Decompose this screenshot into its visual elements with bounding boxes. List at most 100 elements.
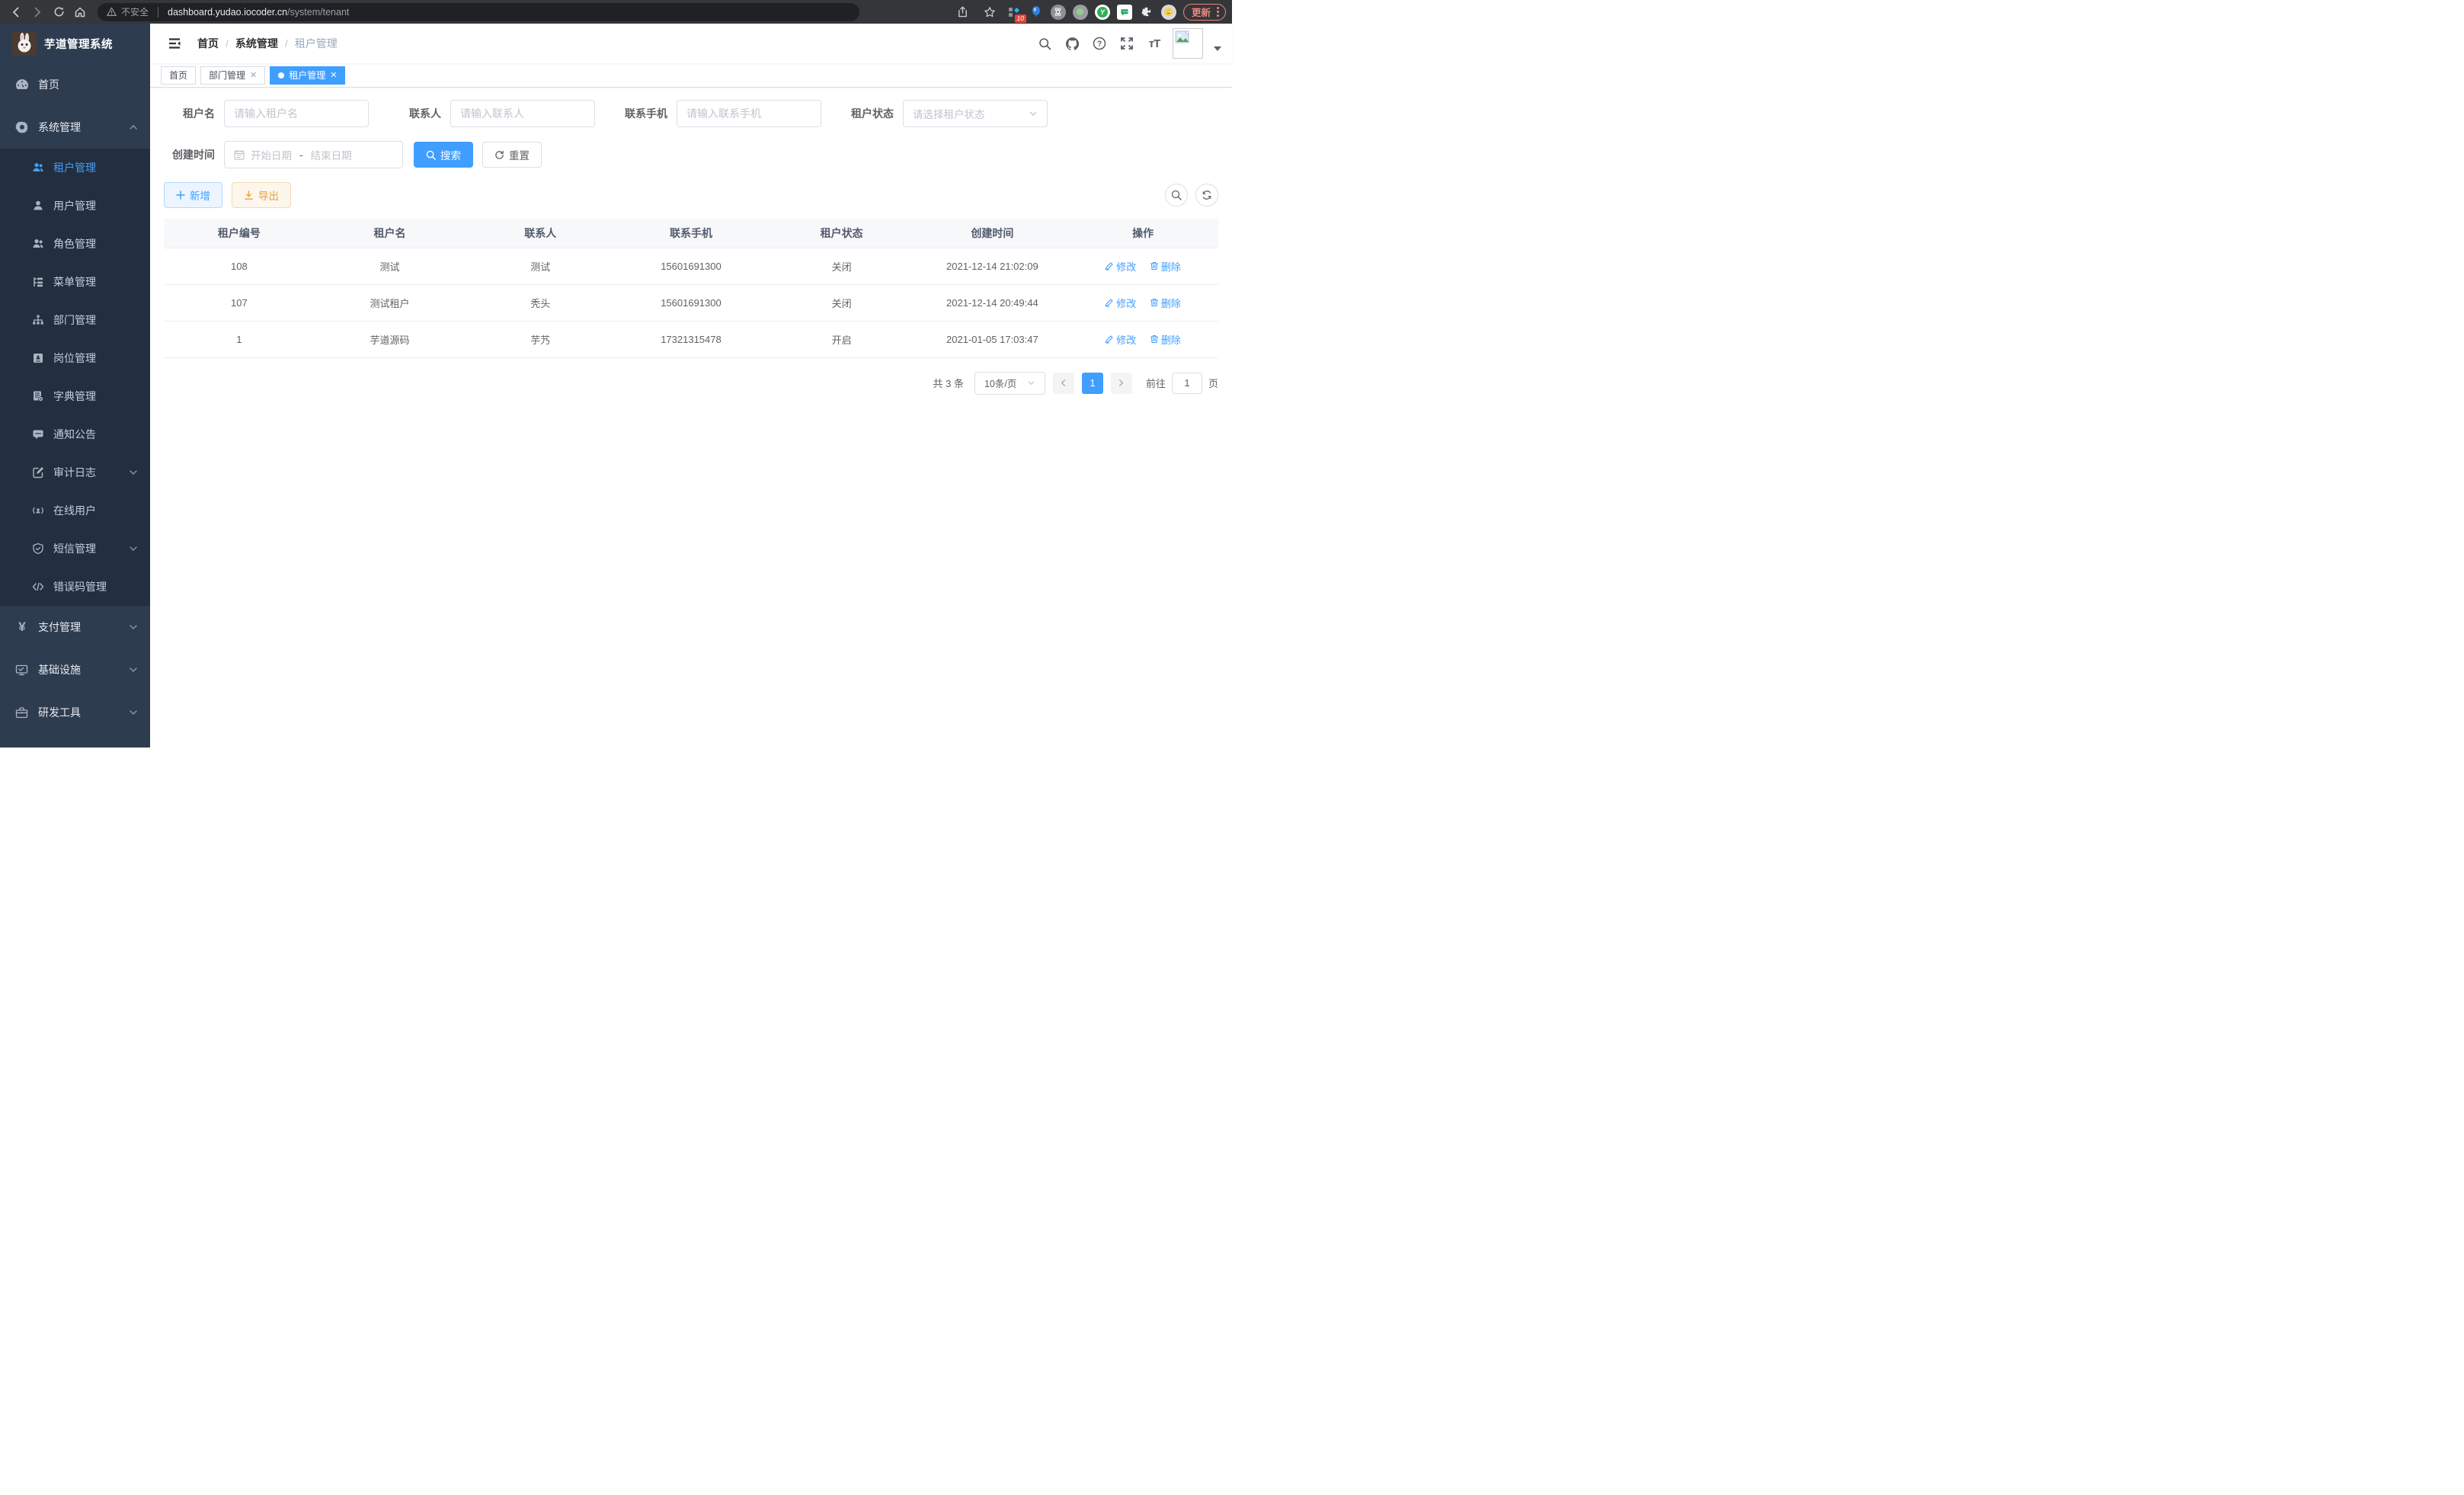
next-page-icon[interactable]: [1111, 373, 1132, 394]
browser-forward-icon[interactable]: [27, 3, 47, 21]
tenant-name-input[interactable]: [234, 107, 359, 120]
browser-menu-icon[interactable]: [1217, 7, 1219, 17]
col-mobile: 联系手机: [616, 219, 766, 248]
cell-status: 关闭: [766, 248, 917, 284]
sidebar-logo-row[interactable]: 芋道管理系统: [0, 24, 150, 63]
extension-tag-manager-icon[interactable]: 10: [1006, 5, 1022, 20]
sidebar-item-menu[interactable]: 菜单管理: [0, 263, 150, 301]
help-icon[interactable]: ?: [1090, 34, 1109, 53]
contact-input[interactable]: [460, 107, 585, 120]
status-select[interactable]: 请选择租户状态: [903, 100, 1048, 127]
edit-link[interactable]: 修改: [1105, 259, 1136, 274]
page-size-select[interactable]: 10条/页: [974, 372, 1045, 395]
chevron-down-icon: [129, 544, 138, 553]
browser-home-icon[interactable]: [70, 3, 90, 21]
bookmark-star-icon[interactable]: [980, 3, 1000, 21]
delete-link[interactable]: 删除: [1150, 259, 1181, 274]
goto-page-input[interactable]: [1172, 373, 1202, 394]
export-button[interactable]: 导出: [232, 182, 291, 208]
extensions-puzzle-icon[interactable]: [1139, 5, 1154, 20]
avatar-caret-icon[interactable]: [1214, 46, 1221, 51]
tab-tenant[interactable]: 租户管理 ✕: [270, 66, 345, 85]
cell-contact: 秃头: [465, 284, 616, 321]
security-warning-icon[interactable]: [107, 7, 117, 17]
sidebar-item-tenant[interactable]: 租户管理: [0, 149, 150, 187]
toggle-search-icon[interactable]: [1165, 184, 1188, 206]
browser-update-button[interactable]: 更新: [1183, 4, 1226, 21]
sidebar-item-audit-log[interactable]: 审计日志: [0, 453, 150, 491]
search-button[interactable]: 搜索: [414, 142, 473, 168]
share-icon[interactable]: [953, 3, 973, 21]
sidebar-item-dev-tools[interactable]: 研发工具: [0, 691, 150, 734]
cell-name: 芋道源码: [315, 321, 466, 357]
breadcrumb: 首页 / 系统管理 / 租户管理: [197, 36, 338, 51]
delete-label: 删除: [1161, 296, 1181, 310]
sidebar-item-label: 支付管理: [38, 619, 81, 635]
sidebar-item-payment[interactable]: ¥ 支付管理: [0, 606, 150, 648]
sidebar-item-dept[interactable]: 部门管理: [0, 301, 150, 339]
cell-name: 测试租户: [315, 284, 466, 321]
delete-link[interactable]: 删除: [1150, 296, 1181, 310]
user-avatar-broken-image[interactable]: [1173, 28, 1203, 59]
add-button[interactable]: 新增: [164, 182, 222, 208]
address-bar[interactable]: 不安全 dashboard.yudao.iocoder.cn/system/te…: [98, 3, 859, 21]
refresh-table-icon[interactable]: [1195, 184, 1218, 206]
date-end-placeholder[interactable]: 结束日期: [311, 147, 352, 162]
extension-command-icon[interactable]: [1051, 5, 1066, 20]
delete-link[interactable]: 删除: [1150, 332, 1181, 347]
sidebar-item-role[interactable]: 角色管理: [0, 225, 150, 263]
close-icon[interactable]: ✕: [250, 70, 257, 80]
sidebar-item-user[interactable]: 用户管理: [0, 187, 150, 225]
tab-dept[interactable]: 部门管理 ✕: [200, 66, 265, 85]
sidebar-item-system[interactable]: 系统管理: [0, 106, 150, 149]
col-tenant-id: 租户编号: [164, 219, 315, 248]
reset-button[interactable]: 重置: [482, 142, 542, 168]
breadcrumb-home[interactable]: 首页: [197, 36, 219, 51]
extension-yuque-icon[interactable]: Y: [1095, 5, 1110, 20]
extension-balloon-icon[interactable]: [1029, 5, 1044, 20]
edit-link[interactable]: 修改: [1105, 332, 1136, 347]
font-size-icon[interactable]: ᴛT: [1145, 34, 1163, 53]
tab-home[interactable]: 首页: [161, 66, 196, 85]
profile-avatar-icon[interactable]: [1161, 5, 1176, 20]
goto-label: 前往: [1146, 376, 1166, 390]
extension-chat-icon[interactable]: [1117, 5, 1132, 20]
monitor-icon: [15, 664, 29, 677]
page-number-button[interactable]: 1: [1082, 373, 1103, 394]
chevron-down-icon: [1029, 109, 1038, 118]
date-range-picker[interactable]: 开始日期 - 结束日期: [224, 141, 403, 168]
sidebar-fold-icon[interactable]: [161, 36, 188, 51]
chevron-down-icon: [129, 468, 138, 477]
sidebar-item-online-users[interactable]: 在线用户: [0, 491, 150, 530]
breadcrumb-current: 租户管理: [295, 36, 338, 51]
sidebar-item-infra[interactable]: 基础设施: [0, 648, 150, 691]
sidebar-item-notice[interactable]: 通知公告: [0, 415, 150, 453]
prev-page-icon[interactable]: [1053, 373, 1074, 394]
sidebar-item-post[interactable]: 岗位管理: [0, 339, 150, 377]
breadcrumb-system[interactable]: 系统管理: [235, 36, 278, 51]
sidebar-item-error-code[interactable]: 错误码管理: [0, 568, 150, 606]
sidebar-item-dict[interactable]: 字典管理: [0, 377, 150, 415]
browser-reload-icon[interactable]: [49, 3, 69, 21]
sidebar-item-sms[interactable]: 短信管理: [0, 530, 150, 568]
cell-id: 107: [164, 284, 315, 321]
header-search-icon[interactable]: [1035, 34, 1054, 53]
table-row: 107 测试租户 秃头 15601691300 关闭 2021-12-14 20…: [164, 284, 1218, 321]
tab-label: 部门管理: [209, 69, 245, 82]
date-start-placeholder[interactable]: 开始日期: [251, 147, 292, 162]
mobile-input[interactable]: [686, 107, 811, 120]
extension-recorder-icon[interactable]: [1073, 5, 1088, 20]
security-label[interactable]: 不安全: [121, 5, 149, 18]
col-actions: 操作: [1067, 219, 1218, 248]
github-icon[interactable]: [1063, 34, 1081, 53]
fullscreen-icon[interactable]: [1118, 34, 1136, 53]
browser-back-icon[interactable]: [6, 3, 26, 21]
badge-icon: [32, 352, 44, 364]
cell-created: 2021-01-05 17:03:47: [917, 321, 1068, 357]
url-text[interactable]: dashboard.yudao.iocoder.cn/system/tenant: [168, 7, 349, 18]
table-row: 108 测试 测试 15601691300 关闭 2021-12-14 21:0…: [164, 248, 1218, 284]
close-icon[interactable]: ✕: [330, 70, 337, 80]
sidebar-item-home[interactable]: 首页: [0, 63, 150, 106]
edit-link[interactable]: 修改: [1105, 296, 1136, 310]
dictionary-icon: [32, 390, 44, 402]
